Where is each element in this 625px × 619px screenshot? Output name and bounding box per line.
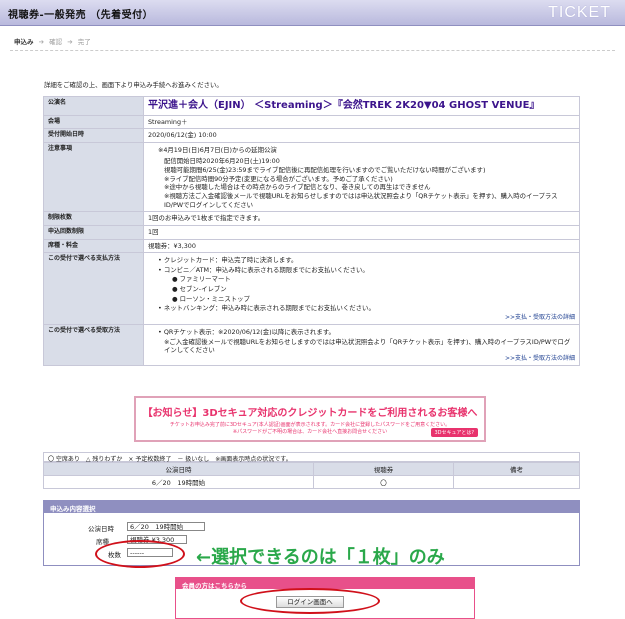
event-info-table: 公演名 平沢進＋会人（EJIN） ＜Streaming＞『会然TREK 2K20… xyxy=(43,96,580,367)
payment-convenience: コンビニ／ATM：申込み時に表示される期限までにお支払いください。 xyxy=(163,265,369,274)
note-line: ※4月19日(日)6月7日(日)からの延期公演 xyxy=(158,145,277,154)
price-value: 視聴券：¥3,300 xyxy=(143,238,580,254)
availability-legend: 〇 空席あり △ 残りわずか × 予定枚数終了 － 扱いなし ※画面表示時点の状… xyxy=(43,452,580,463)
limit-value: 1回のお申込みで1枚まで指定できます。 xyxy=(143,211,580,226)
event-name-label: 公演名 xyxy=(43,96,144,116)
banner-line: チケットお申込み完了前に3Dセキュア(本人認証)画面が表示されます。カード会社に… xyxy=(169,422,451,428)
date-select[interactable]: 6／20 19時開始 xyxy=(127,522,205,531)
store-item: ローソン・ミニストップ xyxy=(179,294,250,303)
intro-text: 詳細をご確認の上、画面下より申込み手続へお進みください。 xyxy=(44,81,223,89)
highlight-circle xyxy=(95,540,185,568)
receive-details-link[interactable]: >>支払・受取方法の詳細 xyxy=(148,355,575,363)
selection-header: 申込み内容選択 xyxy=(44,501,579,513)
note-line: 視聴可能期間6/25(金)23:59までライブ配信後に再配信処理を行いますのでご… xyxy=(164,166,486,175)
table-cell: 〇 xyxy=(313,475,454,489)
step-indicator: 申込み ➔ 確認 ➔ 完了 xyxy=(14,36,94,46)
payment-netbank: ネットバンキング：申込み時に表示される期限までにお支払いください。 xyxy=(163,304,375,313)
note-line: ※途中から視聴した場合はその時点からのライブ配信となり、巻き戻しての再生はできま… xyxy=(164,183,431,192)
arrow-right-icon: ➔ xyxy=(38,38,45,46)
divider xyxy=(10,50,615,51)
date-label: 公演日時 xyxy=(88,525,114,533)
col-header: 視聴券 xyxy=(313,462,454,476)
payment-label: この受付で選べる支払方法 xyxy=(43,252,144,326)
receive-label: この受付で選べる受取方法 xyxy=(43,324,144,367)
col-header: 備考 xyxy=(453,462,580,476)
annotation-text: ←選択できるのは「１枚」のみ xyxy=(196,547,445,568)
banner-title: 【お知らせ】3Dセキュア対応のクレジットカードをご利用されるお客様へ xyxy=(142,408,478,419)
3d-secure-info-button[interactable]: 3Dセキュアとは? xyxy=(430,428,478,437)
event-name: 平沢進＋会人（EJIN） ＜Streaming＞『会然TREK 2K20▼04 … xyxy=(148,100,540,111)
arrow-right-icon: ➔ xyxy=(67,38,73,46)
table-cell xyxy=(453,475,580,489)
3d-secure-banner[interactable]: 【お知らせ】3Dセキュア対応のクレジットカードをご利用されるお客様へ チケットお… xyxy=(134,396,486,442)
table-cell: 6／20 19時開始 xyxy=(43,475,314,489)
payment-details-link[interactable]: >>支払・受取方法の詳細 xyxy=(148,314,575,322)
step-confirm: 確認 xyxy=(49,38,63,46)
notes-label: 注意事項 xyxy=(43,141,144,213)
table-row: 6／20 19時開始 〇 xyxy=(43,475,580,489)
start-label: 受付開始日時 xyxy=(43,128,144,143)
start-value: 2020/06/12(金) 10:00 xyxy=(143,128,580,143)
note-line: ※視聴方法ご入金確認後メールで視聴URLをお知らせしますのではは申込状況照会より… xyxy=(164,191,558,209)
availability-table: 公演日時 視聴券 備考 6／20 19時開始 〇 xyxy=(43,462,580,489)
payment-credit: クレジットカード：申込完了時に決済します。 xyxy=(163,256,298,265)
venue-label: 会場 xyxy=(43,114,144,130)
receive-qr-detail: ※ご入金確認後メールで視聴URLをお知らせしますのではは申込状況照会より「QRチ… xyxy=(164,337,571,355)
title-bar: 視聴券-一般発売 （先着受付） TICKET xyxy=(0,0,625,26)
limit-label: 制限枚数 xyxy=(43,211,144,226)
venue-value: Streaming＋ xyxy=(143,114,580,130)
count-value: 1回 xyxy=(143,224,580,240)
count-label: 申込回数制限 xyxy=(43,224,144,240)
store-item: セブン-イレブン xyxy=(179,285,227,294)
page-title: 視聴券-一般発売 （先着受付） xyxy=(8,10,154,21)
ticket-logo: TICKET xyxy=(548,4,611,21)
step-complete: 完了 xyxy=(77,38,91,46)
highlight-circle xyxy=(240,588,380,614)
col-header: 公演日時 xyxy=(43,462,314,476)
price-label: 席種・料金 xyxy=(43,238,144,254)
receive-qr: QRチケット表示：※2020/06/12(金)以降に表示されます。 xyxy=(163,328,335,337)
note-line: 配信開始日時2020年6月20日(土)19:00 xyxy=(164,157,280,166)
step-apply: 申込み xyxy=(14,38,34,46)
store-item: ファミリーマート xyxy=(179,275,231,284)
